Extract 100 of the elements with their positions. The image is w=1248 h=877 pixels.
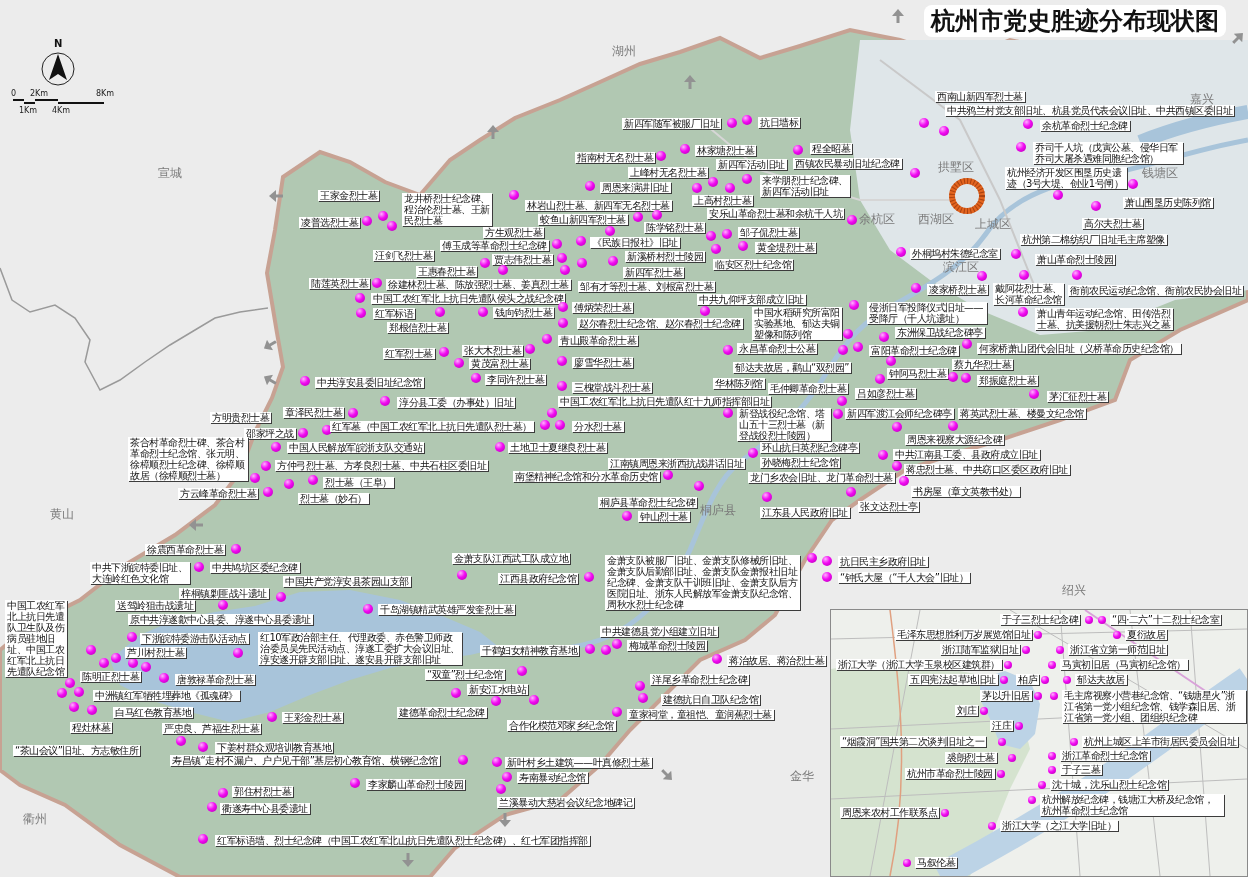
map-marker-icon (711, 244, 721, 254)
site-label: 蒋治故居、蒋治烈士墓 (727, 655, 826, 666)
map-marker-icon (1113, 631, 1121, 639)
map-marker-icon (1023, 119, 1033, 129)
map-marker-icon (557, 356, 567, 366)
map-marker-icon (509, 190, 519, 200)
map-marker-icon (633, 212, 643, 222)
site-label: 寿南暴动纪念馆 (517, 772, 588, 783)
map-marker-icon (87, 705, 97, 715)
map-marker-icon (748, 448, 758, 458)
site-label: 王惠春烈士墓 (416, 266, 477, 277)
place-name: 绍兴 (1062, 583, 1086, 597)
map-marker-icon (608, 256, 618, 266)
site-label: 东洲保卫战纪念碑亭 (895, 327, 985, 338)
site-label: 衢遂寿中心县委遗址 (220, 803, 310, 814)
site-label: 杭州解放纪念碑，钱塘江大桥及纪念馆，杭州革命烈士纪念馆 (1040, 794, 1224, 816)
map-marker-icon (843, 329, 853, 339)
map-marker-icon (387, 221, 397, 231)
site-label: 江东县人民政府旧址 (760, 507, 850, 518)
map-marker-icon (585, 181, 595, 191)
map-marker-icon (218, 600, 228, 610)
map-marker-icon (1128, 179, 1138, 189)
site-label: 浙江革命烈士纪念馆 (1060, 750, 1150, 761)
map-marker-icon (833, 409, 843, 419)
site-label: 中国人民解放军皖浙支队交通站 (287, 442, 424, 453)
map-marker-icon (276, 592, 286, 602)
map-marker-icon (86, 645, 96, 655)
map-marker-icon (1048, 766, 1056, 774)
site-label: 浙江大学（浙江大学玉泉校区建筑群） (836, 659, 1002, 670)
map-marker-icon (576, 236, 586, 246)
site-label: 柏庐 (1016, 674, 1039, 685)
site-label: 杭州市革命烈士陵园 (905, 768, 995, 779)
map-marker-icon (355, 293, 365, 303)
site-label: 萧山革命烈士陵园 (1035, 254, 1115, 265)
site-label: 郭住村烈士墓 (232, 786, 293, 797)
map-marker-icon (1034, 692, 1042, 700)
site-label: 周恩来农村工作联系点 (840, 807, 939, 818)
map-marker-icon (1015, 722, 1023, 730)
site-label: 徐建林烈士墓、陈放强烈士墓、姜真烈士墓 (386, 279, 571, 290)
site-label: 红军标语 (373, 308, 415, 319)
map-marker-icon (822, 572, 832, 582)
map-marker-icon (525, 344, 535, 354)
map-marker-icon (837, 396, 847, 406)
map-marker-icon (961, 373, 971, 383)
site-label: 夏衍故居 (1125, 629, 1167, 640)
map-marker-icon (558, 318, 568, 328)
map-marker-icon (233, 648, 243, 658)
site-label: 杭州上城区上羊市街居民委员会旧址 (1082, 736, 1238, 747)
site-label: 傅玉成等革命烈士纪念碑 (440, 240, 549, 251)
site-label: 红10军政治部主任、代理政委、赤色警卫师政治委员吴先民活动点、淳遂工委扩大会议旧址、淳安遂开辟支部旧址、遂安县开辟支部旧址 (258, 632, 462, 665)
site-label: 傅炳荣烈士墓 (572, 302, 633, 313)
site-label: 张文达烈士亭 (858, 501, 919, 512)
map-marker-icon (1041, 676, 1049, 684)
map-marker-icon (849, 300, 859, 310)
map-marker-icon (742, 174, 752, 184)
map-marker-icon (284, 479, 294, 489)
site-label: 沈十城，沈乐山烈士纪念馆 (1050, 779, 1168, 790)
map-marker-icon (435, 307, 445, 317)
site-label: 陆莲英烈士墓 (309, 278, 370, 289)
site-label: 中国工农红军北上抗日先遣队侯头之战纪念碑 (371, 293, 565, 304)
site-label: 五四宪法起草地旧址 (908, 674, 998, 685)
site-label: 王家金烈士墓 (318, 190, 379, 201)
map-marker-icon (879, 332, 889, 342)
site-label: “钟氏大屋（“千人大会”旧址） (838, 572, 971, 583)
map-marker-icon (656, 151, 666, 161)
map-marker-icon (577, 258, 587, 268)
direction-arrow-icon (499, 813, 511, 827)
scale-label: 2Km (30, 89, 49, 98)
map-marker-icon (892, 461, 902, 471)
map-marker-icon (638, 693, 648, 703)
map-marker-icon (380, 396, 390, 406)
site-label: 李家麟山革命烈士陵园 (366, 779, 465, 790)
map-marker-icon (558, 302, 568, 312)
site-label: 钱向钧烈士墓 (493, 307, 554, 318)
scale-label: 0 (11, 89, 17, 98)
site-label: 方生观烈士墓 (483, 227, 544, 238)
site-label: 土地卫士夏继良烈士墓 (508, 442, 607, 453)
place-name: 钱塘区 (1142, 166, 1178, 180)
map-marker-icon (1008, 754, 1016, 762)
site-label: 茶合村革命烈士碑、茶合村革命烈士纪念馆、张元明、徐樟顺烈士纪念碑、徐樟顺故居（徐樟顺烈士墓） (128, 437, 248, 481)
place-name: 嘉兴 (1190, 92, 1214, 106)
map-marker-icon (198, 742, 208, 752)
site-label: 方云峰革命烈士墓 (178, 488, 258, 499)
map-marker-icon (439, 347, 449, 357)
site-label: 梅城革命烈士陵园 (627, 640, 707, 651)
map-marker-icon (491, 696, 501, 706)
site-label: 浙江大学（之江大学旧址） (1000, 820, 1118, 831)
map-marker-icon (692, 183, 702, 193)
map-marker-icon (218, 788, 228, 798)
site-label: 刘庄 (955, 705, 978, 716)
site-label: 新安江水电站 (467, 684, 528, 695)
map-marker-icon (378, 211, 388, 221)
map-marker-icon (853, 342, 863, 352)
map-marker-icon (250, 473, 260, 483)
site-label: 贾志伟烈士墓 (492, 254, 553, 265)
map-marker-icon (1063, 676, 1071, 684)
map-marker-icon (584, 572, 594, 582)
site-label: 程灶林墓 (70, 722, 112, 733)
map-title: 杭州市党史胜迹分布现状图 (924, 5, 1226, 37)
site-label: 千岛湖镇精武英雄严发奎烈士墓 (378, 604, 515, 615)
